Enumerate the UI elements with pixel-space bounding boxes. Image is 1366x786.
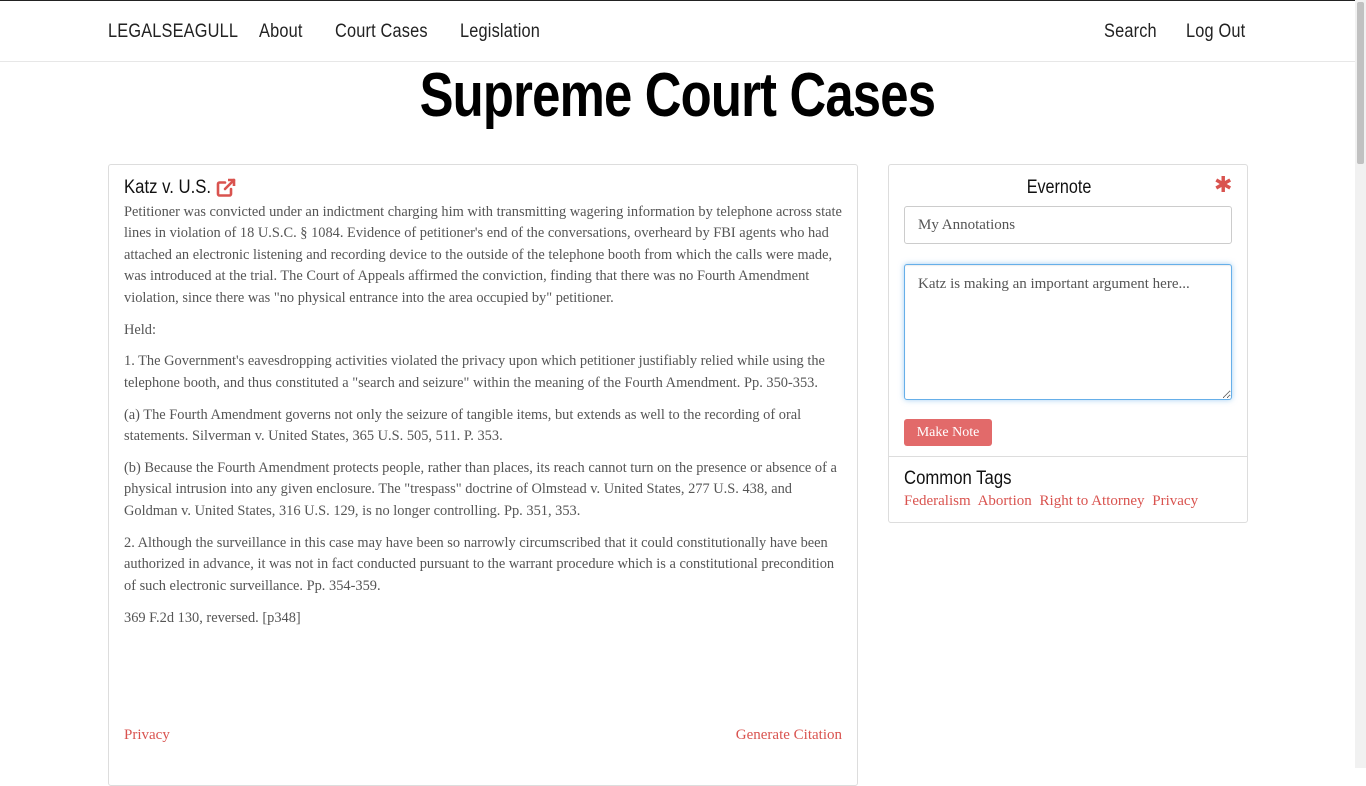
generate-citation-link[interactable]: Generate Citation bbox=[736, 727, 842, 744]
tag-list: Federalism Abortion Right to Attorney Pr… bbox=[904, 493, 1202, 510]
external-link-icon[interactable] bbox=[216, 178, 236, 198]
tag-link[interactable]: Abortion bbox=[978, 493, 1032, 509]
note-textarea[interactable]: Katz is making an important argument her… bbox=[904, 264, 1232, 400]
privacy-tag-link[interactable]: Privacy bbox=[124, 727, 170, 744]
case-paragraph: 2. Although the surveillance in this cas… bbox=[124, 534, 835, 594]
page-title: Supreme Court Cases bbox=[0, 60, 1355, 131]
brand-link[interactable]: LEGALSEAGULL bbox=[108, 21, 238, 43]
page-title-text: Supreme Court Cases bbox=[419, 61, 936, 130]
case-paragraph: (a) The Fourth Amendment governs not onl… bbox=[124, 406, 802, 445]
panel-divider bbox=[889, 456, 1247, 457]
case-paragraph: 1. The Government's eavesdropping activi… bbox=[124, 353, 825, 391]
tag-link[interactable]: Federalism bbox=[904, 493, 971, 509]
case-header: Katz v. U.S. bbox=[124, 177, 236, 199]
case-paragraph: (b) Because the Fourth Amendment protect… bbox=[124, 460, 837, 519]
evernote-title: Evernote bbox=[889, 177, 1229, 199]
notebook-input[interactable] bbox=[904, 206, 1232, 244]
case-title: Katz v. U.S. bbox=[124, 177, 212, 198]
common-tags-title: Common Tags bbox=[904, 468, 1012, 489]
asterisk-icon: ✱ bbox=[1214, 173, 1233, 198]
make-note-button[interactable]: Make Note bbox=[904, 419, 992, 446]
case-summary: Petitioner was convicted under an indict… bbox=[124, 202, 846, 639]
case-paragraph: 369 F.2d 130, reversed. [p348] bbox=[124, 609, 301, 626]
page-scrollbar[interactable] bbox=[1355, 0, 1366, 768]
top-navbar: LEGALSEAGULL About Court Cases Legislati… bbox=[0, 1, 1355, 62]
nav-court-cases[interactable]: Court Cases bbox=[335, 21, 428, 43]
nav-logout[interactable]: Log Out bbox=[1186, 21, 1245, 43]
tag-link[interactable]: Privacy bbox=[1152, 493, 1198, 509]
nav-search[interactable]: Search bbox=[1104, 21, 1157, 43]
evernote-title-text: Evernote bbox=[1026, 177, 1092, 198]
nav-about[interactable]: About bbox=[259, 21, 303, 43]
scrollbar-thumb[interactable] bbox=[1357, 2, 1364, 164]
evernote-panel: Evernote ✱ Katz is making an important a… bbox=[888, 164, 1248, 523]
nav-legislation[interactable]: Legislation bbox=[460, 21, 540, 43]
case-paragraph: Held: bbox=[124, 321, 156, 338]
tag-link[interactable]: Right to Attorney bbox=[1040, 493, 1145, 509]
case-card: Katz v. U.S. Petitioner was convicted un… bbox=[108, 164, 858, 786]
case-paragraph: Petitioner was convicted under an indict… bbox=[124, 204, 842, 306]
